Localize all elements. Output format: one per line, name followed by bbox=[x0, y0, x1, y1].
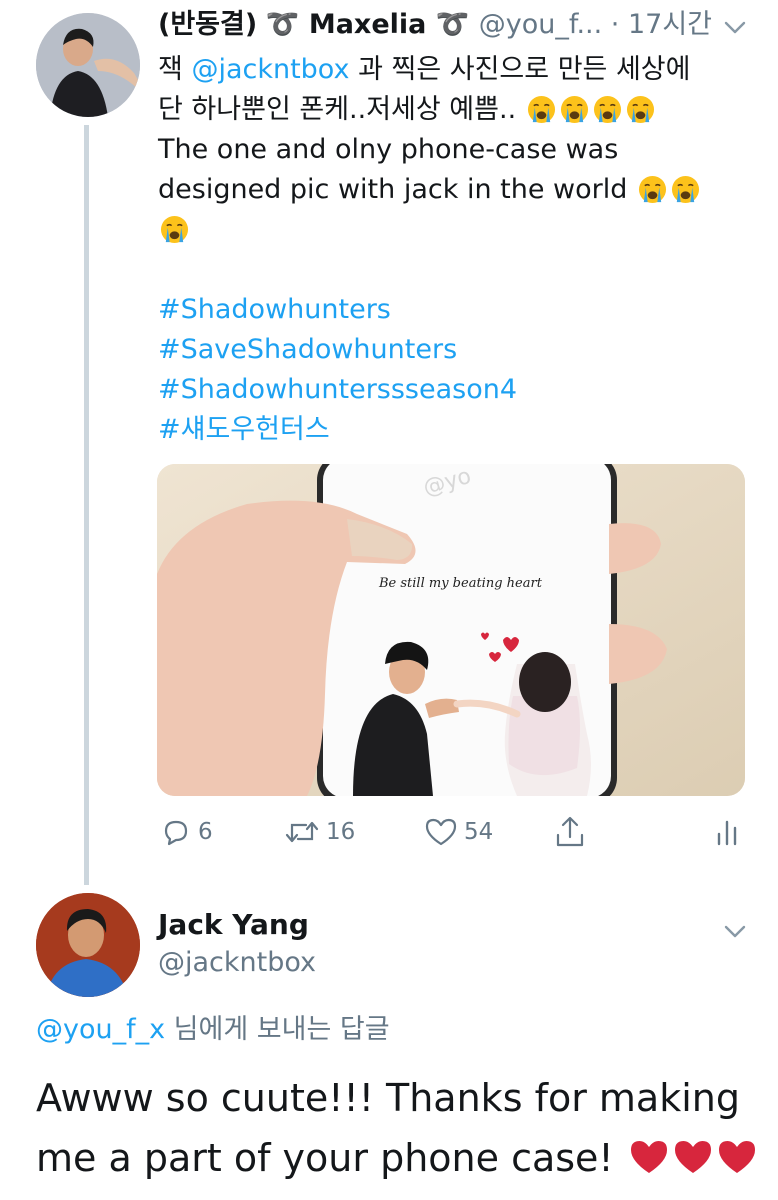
hashtag-link[interactable]: #SaveShadowhunters bbox=[158, 330, 758, 370]
red-heart-icon bbox=[630, 1141, 667, 1173]
mention-link[interactable]: @you_f_x bbox=[36, 1014, 165, 1045]
avatar[interactable] bbox=[36, 13, 140, 117]
retweet-count: 16 bbox=[326, 819, 356, 845]
retweet-icon bbox=[285, 821, 319, 843]
crying-face-icon bbox=[638, 175, 667, 204]
tweet-text-line: 단 하나뿐인 폰케..저세상 예쁨.. bbox=[158, 90, 758, 130]
hashtag-link[interactable]: #섀도우헌터스 bbox=[158, 410, 758, 450]
share-button[interactable] bbox=[554, 812, 592, 852]
name-glyph-2: ➰ bbox=[426, 9, 479, 40]
like-button[interactable]: 54 bbox=[424, 812, 493, 852]
display-name[interactable]: Jack Yang bbox=[158, 905, 309, 945]
tweet-actions: 6 16 54 bbox=[158, 812, 758, 852]
tweet-text: Awww so cuute!!! Thanks for making me a … bbox=[36, 1068, 766, 1188]
tweet-media-image[interactable]: Be still my beating heart @yo bbox=[157, 464, 745, 796]
reply-context: @you_f_x 님에게 보내는 답글 bbox=[36, 1014, 390, 1045]
crying-face-icon bbox=[527, 95, 555, 124]
user-handle[interactable]: @jackntbox bbox=[158, 943, 316, 983]
phone-case-caption: Be still my beating heart bbox=[379, 576, 542, 591]
display-name-suffix[interactable]: Maxelia bbox=[309, 9, 427, 40]
user-handle[interactable]: @you_f... bbox=[479, 9, 602, 40]
separator-dot: · bbox=[610, 9, 620, 40]
hashtag-list: #Shadowhunters #SaveShadowhunters #Shado… bbox=[158, 290, 758, 450]
avatar-photo bbox=[36, 13, 140, 117]
mention-link[interactable]: @jackntbox bbox=[191, 54, 349, 85]
red-heart-icon bbox=[718, 1141, 755, 1173]
avatar-photo bbox=[36, 893, 140, 997]
tweet-text-line: designed pic with jack in the world bbox=[158, 170, 758, 210]
crying-face-icon bbox=[671, 175, 700, 204]
tweet-text-line bbox=[158, 210, 758, 250]
tweet-text-line: 잭 @jackntbox 과 찍은 사진으로 만든 세상에 bbox=[158, 54, 691, 85]
like-count: 54 bbox=[464, 819, 494, 845]
like-icon bbox=[425, 818, 457, 846]
tweet-text-line: The one and olny phone-case was bbox=[158, 134, 619, 165]
analytics-icon bbox=[717, 820, 737, 846]
phone-case-photo bbox=[157, 464, 745, 796]
chevron-down-icon[interactable] bbox=[722, 14, 748, 40]
reply-count: 6 bbox=[198, 819, 213, 845]
red-heart-icon bbox=[674, 1141, 711, 1173]
retweet-button[interactable]: 16 bbox=[284, 812, 355, 852]
tweet-header: (반동결) ➰ Maxelia ➰ @you_f... · 17시간 bbox=[158, 6, 758, 46]
display-name[interactable]: (반동결) bbox=[158, 9, 257, 40]
avatar[interactable] bbox=[36, 893, 140, 997]
reply-icon bbox=[164, 820, 188, 846]
timestamp[interactable]: 17시간 bbox=[628, 9, 712, 40]
thread-line bbox=[84, 125, 89, 885]
reply-button[interactable]: 6 bbox=[160, 812, 213, 852]
analytics-button[interactable] bbox=[714, 812, 748, 852]
crying-face-icon bbox=[160, 215, 189, 244]
name-glyph: ➰ bbox=[265, 9, 309, 40]
crying-face-icon bbox=[626, 95, 654, 124]
chevron-down-icon[interactable] bbox=[722, 918, 748, 944]
hashtag-link[interactable]: #Shadowhunters bbox=[158, 290, 758, 330]
crying-face-icon bbox=[593, 95, 621, 124]
share-icon bbox=[556, 816, 584, 847]
crying-face-icon bbox=[560, 95, 588, 124]
hashtag-link[interactable]: #Shadowhunterssseason4 bbox=[158, 370, 758, 410]
